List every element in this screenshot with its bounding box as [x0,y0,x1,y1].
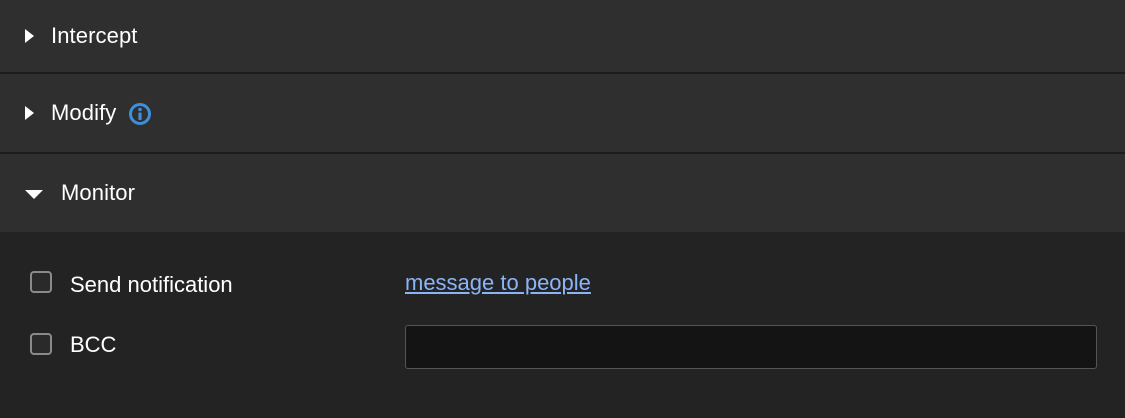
section-header-modify[interactable]: Modify [0,74,1125,152]
bcc-input[interactable] [405,325,1097,369]
monitor-panel: Send notification message to people BCC [0,232,1125,418]
bcc-checkbox[interactable] [30,333,52,355]
caret-right-icon [25,106,34,120]
info-icon[interactable] [129,102,152,125]
section-header-intercept[interactable]: Intercept [0,0,1125,72]
caret-down-icon [25,189,43,199]
message-to-people-link[interactable]: message to people [405,270,591,296]
section-header-monitor[interactable]: Monitor [0,154,1125,232]
section-title-monitor: Monitor [61,180,136,205]
section-title-intercept: Intercept [51,23,138,48]
bcc-row: BCC [0,325,1125,372]
send-notification-row: Send notification message to people [0,268,1125,300]
send-notification-label: Send notification [70,272,233,297]
caret-right-icon [25,29,34,43]
section-title-modify: Modify [51,100,117,125]
bcc-label: BCC [70,332,117,357]
send-notification-checkbox[interactable] [30,271,52,293]
